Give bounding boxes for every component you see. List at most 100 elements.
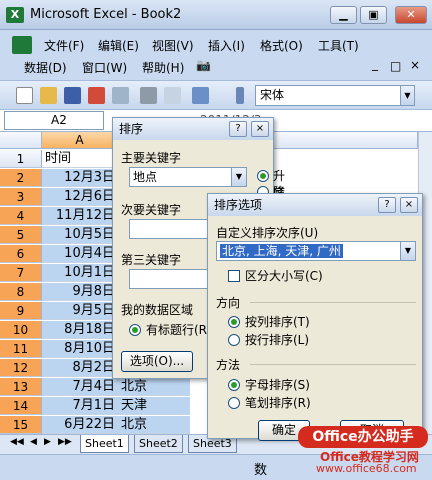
- menu-view[interactable]: 视图(V): [152, 37, 194, 54]
- chevron-down-icon[interactable]: ▼: [400, 241, 416, 261]
- menu-file[interactable]: 文件(F): [44, 37, 84, 54]
- row-header[interactable]: 2: [0, 169, 42, 187]
- cell-a[interactable]: 9月8日: [42, 283, 118, 301]
- row-header[interactable]: 11: [0, 340, 42, 358]
- email-icon[interactable]: [112, 87, 129, 104]
- open-icon[interactable]: [40, 87, 57, 104]
- row-header[interactable]: 10: [0, 321, 42, 339]
- menu-format[interactable]: 格式(O): [260, 37, 303, 54]
- font-dropdown-arrow-icon[interactable]: ▼: [400, 85, 415, 106]
- direction-divider: [250, 302, 416, 303]
- sort-options-dialog: 排序选项 ? × 自定义排序次序(U) 北京, 上海, 天津, 广州 ▼ 区分大…: [207, 193, 423, 441]
- select-all-corner[interactable]: [0, 132, 42, 149]
- camera-icon[interactable]: 📷: [196, 58, 211, 72]
- close-icon[interactable]: ×: [400, 197, 418, 213]
- options-button[interactable]: 选项(O)...: [121, 351, 193, 372]
- menu-edit[interactable]: 编辑(E): [98, 37, 139, 54]
- window-title: Microsoft Excel - Book2: [30, 7, 182, 22]
- column-header-a[interactable]: A: [42, 132, 118, 149]
- cell-b[interactable]: 北京: [118, 378, 190, 396]
- tertiary-key-label: 第三关键字: [121, 253, 182, 267]
- cell-a[interactable]: 12月6日: [42, 188, 118, 206]
- cell-a[interactable]: 8月2日: [42, 359, 118, 377]
- next-sheet-nav-icon[interactable]: ▶: [44, 437, 51, 447]
- restore-button[interactable]: ▣: [360, 6, 387, 24]
- header-row-radio[interactable]: [129, 324, 141, 336]
- menu-insert[interactable]: 插入(I): [208, 37, 245, 54]
- row-header[interactable]: 1: [0, 150, 42, 168]
- cell-a[interactable]: 9月5日: [42, 302, 118, 320]
- cell-a[interactable]: 7月1日: [42, 397, 118, 415]
- menu-data[interactable]: 数据(D): [24, 59, 67, 76]
- status-text: 数: [254, 463, 268, 478]
- row-header[interactable]: 12: [0, 359, 42, 377]
- name-box[interactable]: A2: [4, 111, 104, 130]
- primary-key-select[interactable]: 地点 ▼: [129, 167, 247, 187]
- sheet-tab-2[interactable]: Sheet2: [134, 435, 183, 453]
- cell-b[interactable]: 北京: [118, 416, 190, 434]
- close-icon[interactable]: ×: [251, 121, 269, 137]
- help-icon[interactable]: ?: [378, 197, 396, 213]
- sheet-tab-1[interactable]: Sheet1: [80, 435, 129, 453]
- row-header[interactable]: 9: [0, 302, 42, 320]
- font-name-select[interactable]: 宋体: [255, 85, 415, 106]
- cell-a[interactable]: 6月22日: [42, 416, 118, 434]
- print-icon[interactable]: [140, 87, 157, 104]
- cell-a[interactable]: 8月10日: [42, 340, 118, 358]
- row-header[interactable]: 13: [0, 378, 42, 396]
- doc-restore-button[interactable]: □: [390, 59, 401, 73]
- doc-minimize-button[interactable]: _: [372, 57, 378, 71]
- menu-bar: 文件(F) 编辑(E) 视图(V) 插入(I) 格式(O) 工具(T) 数据(D…: [0, 31, 432, 79]
- stroke-sort-radio[interactable]: [228, 397, 240, 409]
- menu-tools[interactable]: 工具(T): [318, 37, 359, 54]
- print-preview-icon[interactable]: [164, 87, 181, 104]
- cell-a[interactable]: 12月3日: [42, 169, 118, 187]
- case-sensitive-label: 区分大小写(C): [245, 269, 323, 283]
- cell-a[interactable]: 8月18日: [42, 321, 118, 339]
- row-header[interactable]: 7: [0, 264, 42, 282]
- alphabetic-sort-radio[interactable]: [228, 379, 240, 391]
- menu-help[interactable]: 帮助(H): [142, 59, 184, 76]
- alphabetic-sort-label: 字母排序(S): [245, 378, 310, 392]
- custom-order-select[interactable]: 北京, 上海, 天津, 广州 ▼: [216, 241, 416, 261]
- spelling-icon[interactable]: [192, 87, 209, 104]
- sort-by-row-radio[interactable]: [228, 334, 240, 346]
- cell-a[interactable]: 10月5日: [42, 226, 118, 244]
- close-button[interactable]: ✕: [395, 6, 427, 24]
- last-sheet-nav-icon[interactable]: ▶▶: [58, 437, 72, 447]
- menu-window[interactable]: 窗口(W): [82, 59, 127, 76]
- minimize-button[interactable]: ▁: [330, 6, 357, 24]
- row-header[interactable]: 3: [0, 188, 42, 206]
- cell-a[interactable]: 10月1日: [42, 264, 118, 282]
- toolbar-options-icon[interactable]: [236, 87, 244, 104]
- prev-sheet-nav-icon[interactable]: ◀: [30, 437, 37, 447]
- row-header[interactable]: 5: [0, 226, 42, 244]
- row-header[interactable]: 6: [0, 245, 42, 263]
- cell-a[interactable]: 11月12日: [42, 207, 118, 225]
- help-icon[interactable]: ?: [229, 121, 247, 137]
- method-divider: [250, 364, 416, 365]
- workbook-icon[interactable]: [12, 36, 32, 54]
- chevron-down-icon[interactable]: ▼: [231, 167, 247, 187]
- case-sensitive-checkbox[interactable]: [228, 270, 240, 282]
- new-icon[interactable]: [16, 87, 33, 104]
- row-header[interactable]: 8: [0, 283, 42, 301]
- sort-dialog-title: 排序: [113, 118, 273, 140]
- save-icon[interactable]: [64, 87, 81, 104]
- permission-icon[interactable]: [88, 87, 105, 104]
- sort-by-column-radio[interactable]: [228, 316, 240, 328]
- row-header[interactable]: 4: [0, 207, 42, 225]
- row-header[interactable]: 14: [0, 397, 42, 415]
- primary-key-label: 主要关键字: [121, 151, 182, 165]
- row-header[interactable]: 15: [0, 416, 42, 434]
- first-sheet-nav-icon[interactable]: ◀◀: [10, 437, 24, 447]
- cell-a[interactable]: 10月4日: [42, 245, 118, 263]
- ascending-radio[interactable]: [257, 170, 269, 182]
- title-bar: X Microsoft Excel - Book2 ▁ ▣ ✕: [0, 0, 432, 30]
- excel-app-icon: X: [6, 7, 24, 23]
- cell-b[interactable]: 天津: [118, 397, 190, 415]
- doc-close-button[interactable]: ×: [410, 58, 420, 72]
- cell-a[interactable]: 时间: [42, 150, 118, 168]
- font-name-value: 宋体: [260, 88, 285, 102]
- cell-a[interactable]: 7月4日: [42, 378, 118, 396]
